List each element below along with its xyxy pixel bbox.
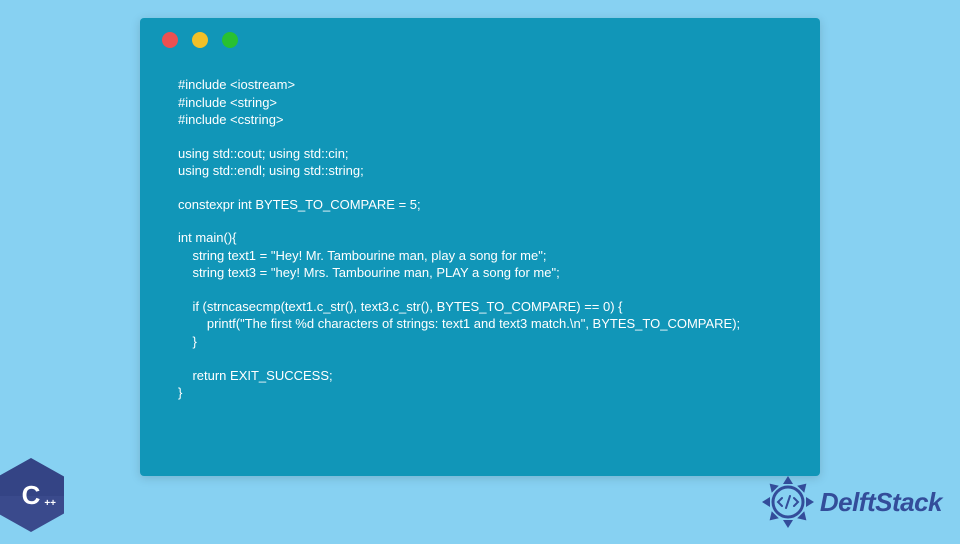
blank-line [178,129,800,145]
cpp-letter: C [22,480,41,511]
cpp-plus-icon: ++ [44,500,56,507]
code-line: return EXIT_SUCCESS; [178,367,800,385]
cpp-logo: C ++ [0,458,76,544]
delftstack-icon [760,474,816,530]
code-line: #include <cstring> [178,111,800,129]
code-line: using std::endl; using std::string; [178,162,800,180]
code-block: #include <iostream>#include <string>#inc… [178,76,800,402]
maximize-icon [222,32,238,48]
delftstack-text: DelftStack [820,487,942,518]
code-line: } [178,384,800,402]
code-line: if (strncasecmp(text1.c_str(), text3.c_s… [178,298,800,316]
close-icon [162,32,178,48]
code-line: #include <string> [178,94,800,112]
blank-line [178,282,800,298]
traffic-lights [162,32,238,48]
code-line: #include <iostream> [178,76,800,94]
delftstack-logo: DelftStack [760,474,942,530]
code-line: } [178,333,800,351]
minimize-icon [192,32,208,48]
code-line: string text1 = "Hey! Mr. Tambourine man,… [178,247,800,265]
code-line: using std::cout; using std::cin; [178,145,800,163]
code-line: constexpr int BYTES_TO_COMPARE = 5; [178,196,800,214]
code-line: int main(){ [178,229,800,247]
blank-line [178,180,800,196]
code-line: printf("The first %d characters of strin… [178,315,800,333]
blank-line [178,351,800,367]
code-line: string text3 = "hey! Mrs. Tambourine man… [178,264,800,282]
blank-line [178,213,800,229]
code-window: #include <iostream>#include <string>#inc… [140,18,820,476]
